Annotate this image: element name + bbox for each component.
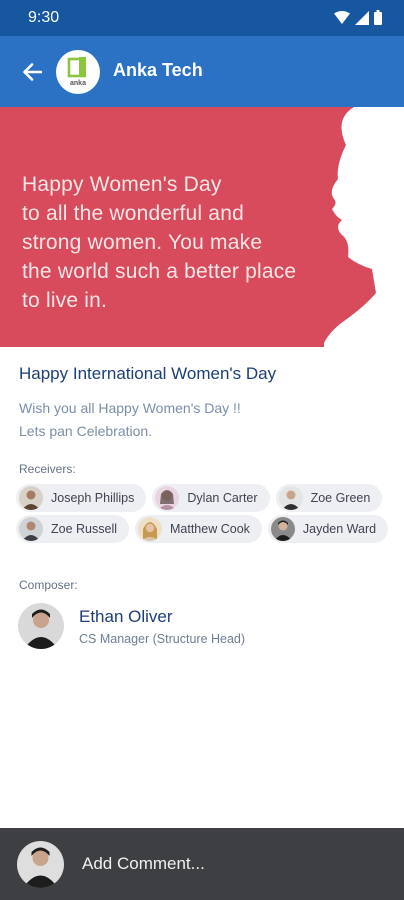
receiver-name: Zoe Russell	[51, 522, 117, 536]
comment-input[interactable]: Add Comment...	[82, 854, 205, 874]
status-time: 9:30	[28, 9, 60, 26]
receiver-name: Zoe Green	[310, 491, 371, 505]
wifi-icon	[334, 10, 350, 24]
avatar	[270, 517, 295, 541]
post-message: Wish you all Happy Women's Day !! Lets p…	[19, 397, 389, 443]
receivers-row: Joseph Phillips Dylan Carter Zoe Green	[16, 484, 396, 512]
composer-role: CS Manager (Structure Head)	[79, 632, 246, 646]
banner-line: the world such a better place	[22, 260, 297, 283]
avatar	[138, 517, 162, 541]
receiver-chip[interactable]: Jayden Ward	[267, 515, 389, 543]
company-logo[interactable]: anka	[56, 50, 100, 94]
receiver-chip[interactable]: Zoe Green	[275, 484, 383, 512]
receiver-chip[interactable]: Dylan Carter	[152, 484, 270, 512]
receiver-chip[interactable]: Joseph Phillips	[16, 484, 147, 512]
composer-name: Ethan Oliver	[79, 607, 173, 626]
banner-line: strong women. You make	[22, 231, 263, 254]
composer-card[interactable]: Ethan Oliver CS Manager (Structure Head)	[18, 603, 388, 651]
post-message-line: Lets pan Celebration.	[19, 423, 153, 439]
banner-line: to live in.	[22, 289, 108, 312]
receiver-chip[interactable]: Zoe Russell	[16, 515, 129, 543]
status-bar: 9:30	[0, 0, 404, 36]
avatar	[17, 841, 64, 888]
receiver-name: Dylan Carter	[187, 491, 258, 505]
banner-line: Happy Women's Day	[22, 173, 222, 196]
avatar	[155, 486, 180, 510]
arrow-left-icon	[23, 63, 42, 81]
battery-icon	[374, 10, 382, 25]
receiver-name: Matthew Cook	[170, 522, 250, 536]
avatar	[18, 603, 64, 649]
avatar	[278, 486, 303, 510]
receiver-name: Joseph Phillips	[51, 491, 135, 505]
back-button[interactable]	[18, 58, 46, 86]
status-icons	[334, 10, 382, 25]
app-title: Anka Tech	[113, 60, 203, 80]
banner-line: to all the wonderful and	[22, 202, 244, 225]
receivers-label: Receivers:	[19, 462, 76, 476]
receivers-row: Zoe Russell Matthew Cook Jayden Ward	[16, 515, 396, 543]
banner-image: Happy Women's Day to all the wonderful a…	[0, 107, 404, 347]
post-message-line: Wish you all Happy Women's Day !!	[19, 400, 241, 416]
post-title: Happy International Women's Day	[19, 364, 277, 383]
avatar	[19, 486, 43, 510]
app-bar: anka Anka Tech	[0, 36, 404, 107]
signal-icon	[355, 10, 369, 25]
banner-text: Happy Women's Day to all the wonderful a…	[22, 170, 362, 315]
receivers-list: Joseph Phillips Dylan Carter Zoe Green Z…	[16, 484, 396, 546]
composer-label: Composer:	[19, 578, 78, 592]
avatar	[19, 517, 43, 541]
comment-bar[interactable]: Add Comment...	[0, 828, 404, 900]
receiver-name: Jayden Ward	[302, 522, 377, 536]
receiver-chip[interactable]: Matthew Cook	[135, 515, 262, 543]
logo-text: anka	[70, 80, 86, 87]
